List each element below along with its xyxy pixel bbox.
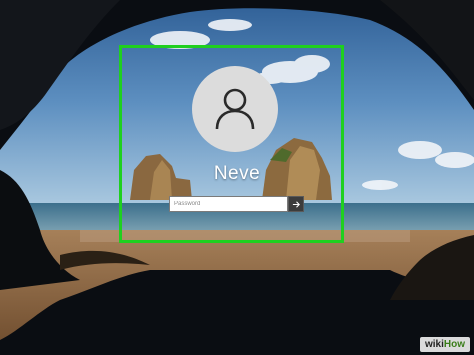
password-input[interactable]: [169, 196, 288, 212]
submit-button[interactable]: [288, 196, 304, 212]
wikihow-watermark: wikiHow: [419, 337, 470, 352]
username-label: Neve: [213, 163, 261, 184]
watermark-wiki: wiki: [424, 339, 444, 350]
password-row: [169, 196, 304, 212]
user-icon: [215, 88, 255, 130]
watermark-how: How: [443, 339, 465, 350]
lock-screen: Neve wikiHow: [0, 0, 474, 355]
avatar: [192, 66, 278, 152]
arrow-right-icon: [292, 200, 300, 208]
